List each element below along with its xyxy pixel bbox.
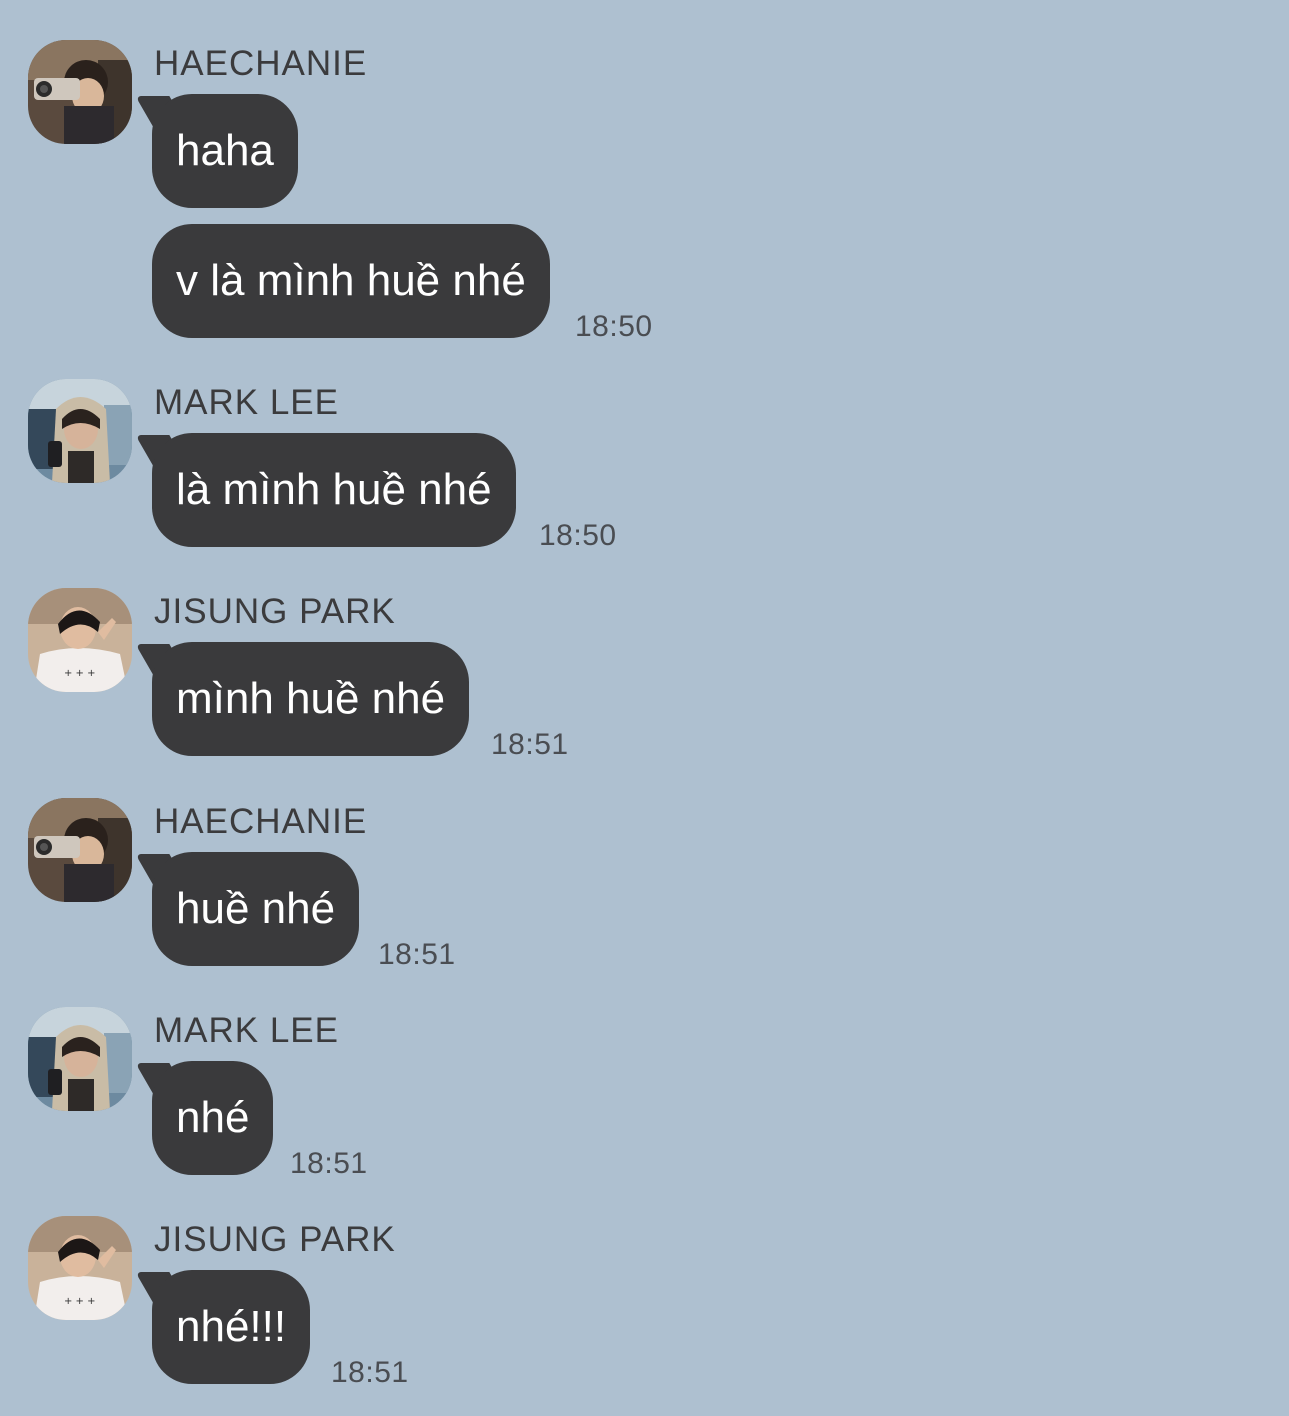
avatar[interactable] — [28, 40, 132, 144]
message-bubble-wrap: v là mình huề nhé — [152, 224, 550, 338]
mark-lee-avatar-image — [28, 1007, 132, 1111]
avatar[interactable] — [28, 798, 132, 902]
jisung-park-avatar-image: + + + — [28, 588, 132, 692]
message-bubble-wrap: haha — [152, 94, 298, 208]
sender-name: JISUNG PARK — [154, 1220, 396, 1259]
sender-name: HAECHANIE — [154, 802, 368, 841]
message-bubble[interactable]: mình huề nhé — [152, 642, 470, 756]
message-time: 18:51 — [378, 938, 456, 971]
sender-name: MARK LEE — [154, 383, 339, 422]
message-row: nhé!!! 18:51 — [152, 1270, 408, 1389]
message-row: là mình huề nhé 18:50 — [152, 433, 616, 552]
mark-lee-avatar-image — [28, 379, 132, 483]
avatar[interactable] — [28, 379, 132, 483]
message-bubble-wrap: nhé — [152, 1061, 274, 1175]
message-bubble[interactable]: v là mình huề nhé — [152, 224, 550, 338]
message-row: huề nhé 18:51 — [152, 852, 455, 971]
message-bubble[interactable]: huề nhé — [152, 852, 360, 966]
message-bubble[interactable]: nhé!!! — [152, 1270, 311, 1384]
svg-text:+ + +: + + + — [64, 668, 96, 679]
message-time: 18:50 — [575, 310, 653, 343]
message-time: 18:51 — [491, 728, 569, 761]
svg-text:+ + +: + + + — [64, 1296, 96, 1307]
jisung-park-avatar-image: + + + — [28, 1216, 132, 1320]
message-row: nhé 18:51 — [152, 1061, 367, 1180]
sender-name: JISUNG PARK — [154, 592, 396, 631]
haechanie-avatar-image — [28, 798, 132, 902]
message-bubble[interactable]: nhé — [152, 1061, 274, 1175]
message-row: mình huề nhé 18:51 — [152, 642, 568, 761]
message-time: 18:51 — [331, 1356, 409, 1389]
message-bubble[interactable]: haha — [152, 94, 298, 208]
message-time: 18:50 — [539, 519, 617, 552]
message-row: haha — [152, 94, 298, 208]
avatar[interactable] — [28, 1007, 132, 1111]
haechanie-avatar-image — [28, 40, 132, 144]
message-row: v là mình huề nhé 18:50 — [152, 224, 652, 343]
sender-name: MARK LEE — [154, 1011, 339, 1050]
message-bubble[interactable]: là mình huề nhé — [152, 433, 516, 547]
chat-thread[interactable]: HAECHANIE haha v là mình huề nhé 18:50 M… — [0, 0, 1289, 1416]
message-bubble-wrap: mình huề nhé — [152, 642, 470, 756]
message-bubble-wrap: là mình huề nhé — [152, 433, 516, 547]
message-bubble-wrap: huề nhé — [152, 852, 360, 966]
message-time: 18:51 — [290, 1147, 368, 1180]
sender-name: HAECHANIE — [154, 44, 368, 83]
avatar[interactable]: + + + — [28, 1216, 132, 1320]
message-bubble-wrap: nhé!!! — [152, 1270, 311, 1384]
avatar[interactable]: + + + — [28, 588, 132, 692]
